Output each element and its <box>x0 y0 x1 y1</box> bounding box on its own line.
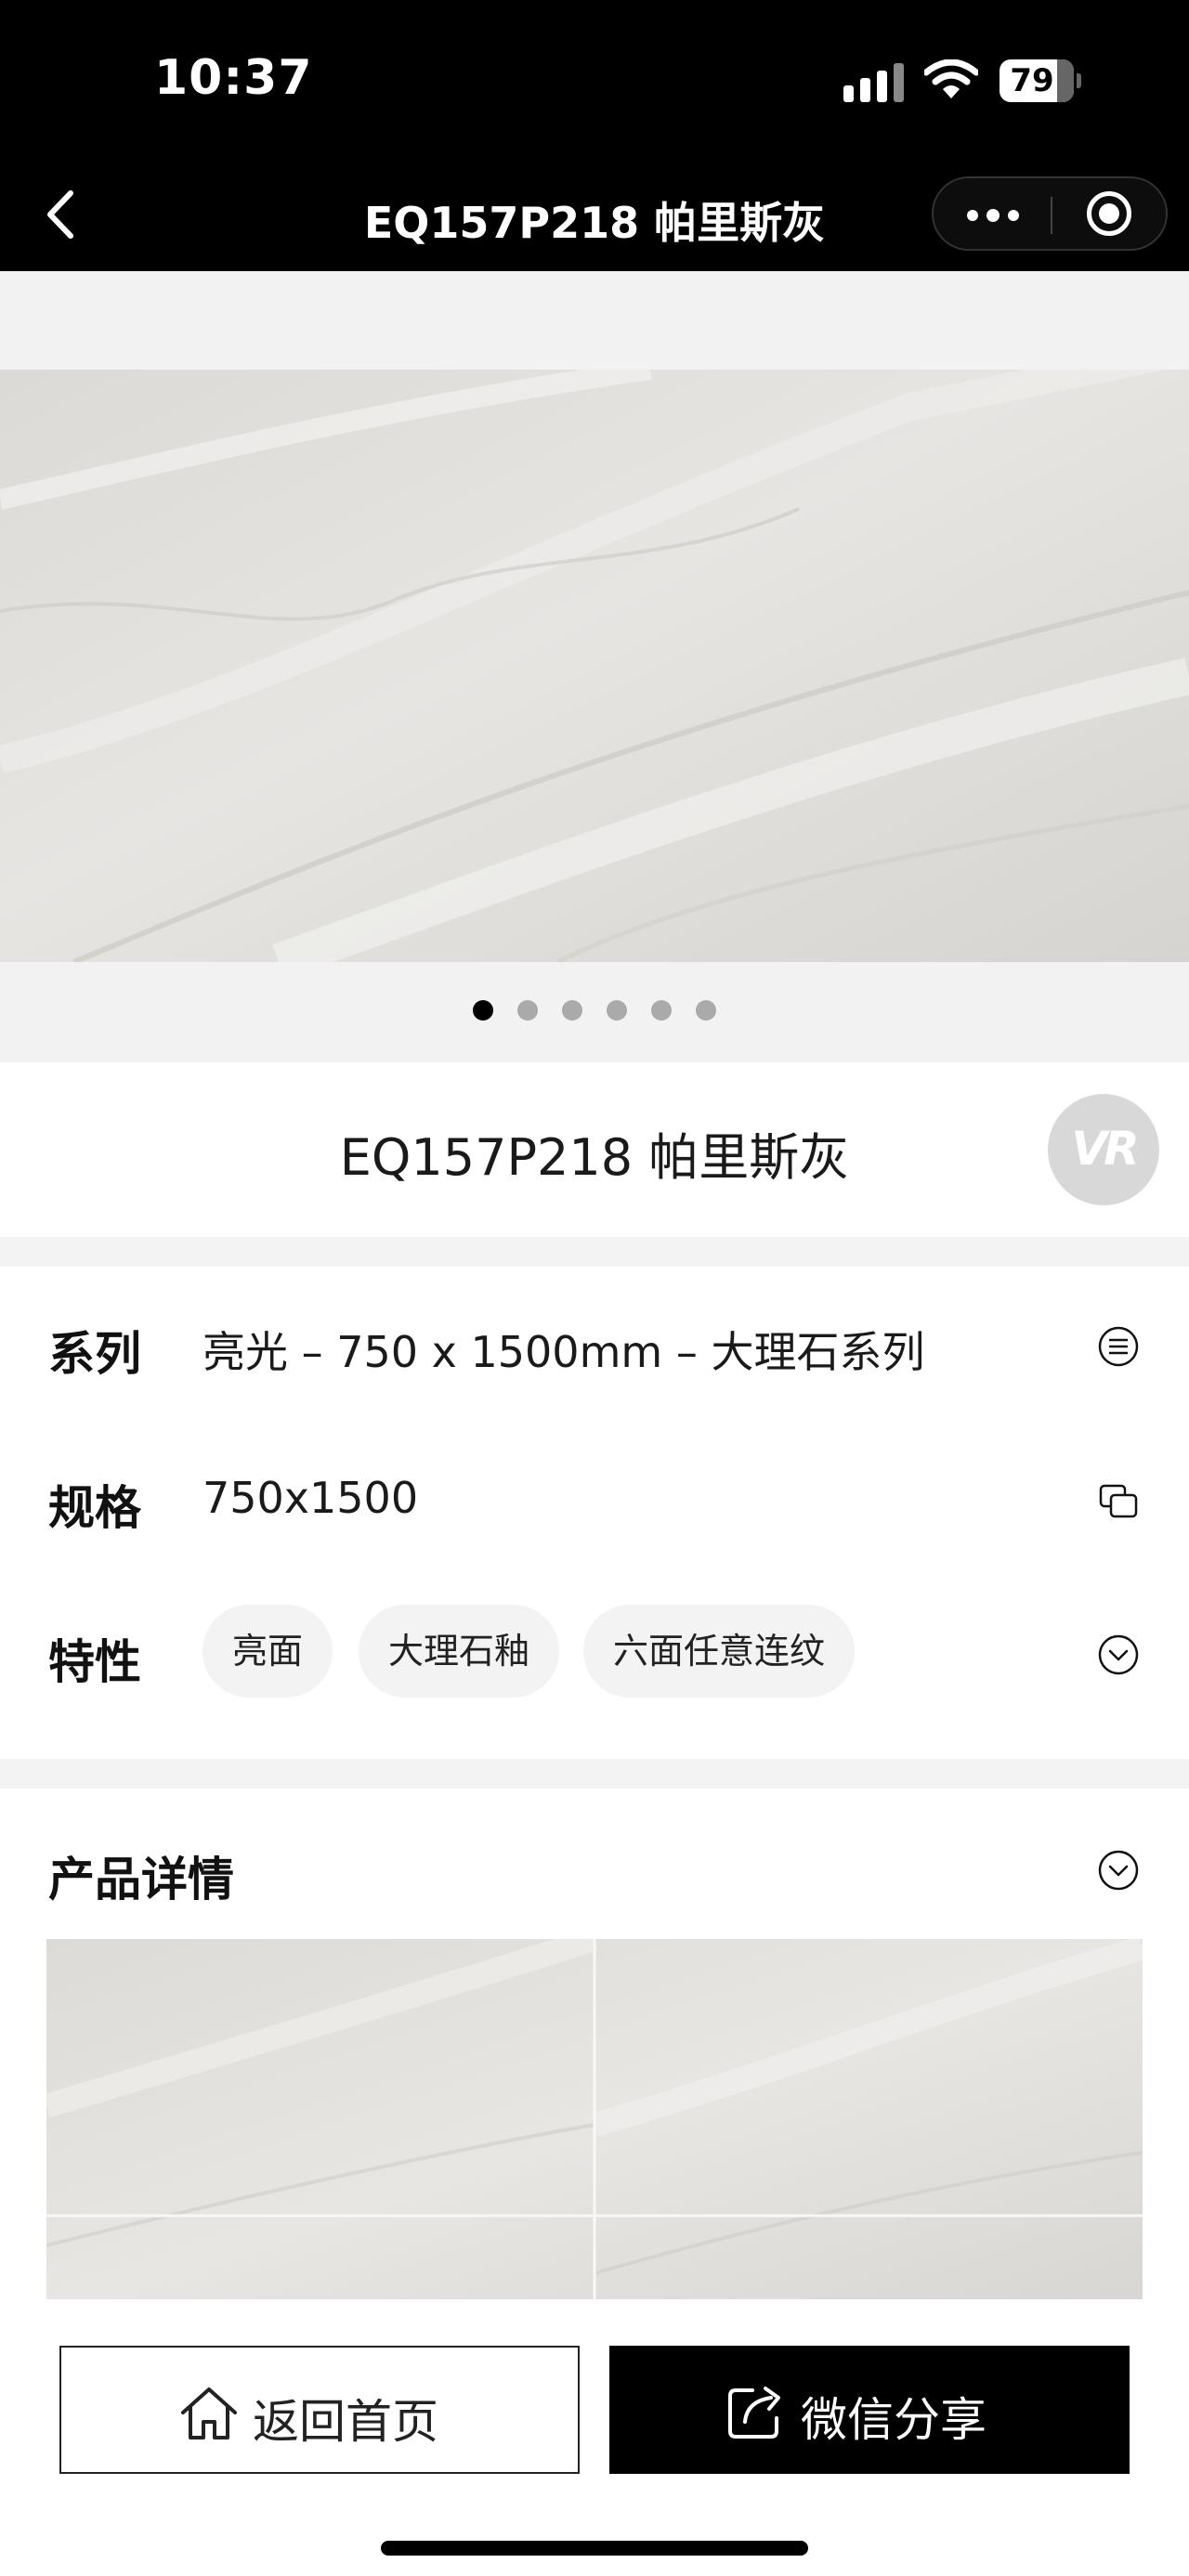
target-icon[interactable] <box>1052 178 1166 249</box>
attr-row-spec[interactable]: 规格 750x1500 <box>0 1443 1189 1555</box>
chevron-down-icon[interactable] <box>1096 1848 1141 1893</box>
list-icon[interactable] <box>1096 1324 1141 1369</box>
carousel-dot[interactable] <box>517 1000 538 1021</box>
spec-value: 750x1500 <box>203 1473 419 1523</box>
carousel-dot[interactable] <box>473 1000 493 1021</box>
product-title-section: EQ157P218 帕里斯灰 VR <box>0 1062 1189 1237</box>
image-carousel[interactable] <box>0 271 1189 1062</box>
wifi-icon <box>924 59 978 98</box>
attr-row-features: 特性 亮面 大理石釉 六面任意连纹 <box>0 1597 1189 1709</box>
home-button-label: 返回首页 <box>253 2395 438 2449</box>
product-title: EQ157P218 帕里斯灰 <box>339 1128 850 1187</box>
home-button[interactable]: 返回首页 <box>59 2346 580 2474</box>
details-title: 产品详情 <box>48 1853 234 1906</box>
cellular-signal-icon <box>843 63 905 102</box>
carousel-dot[interactable] <box>696 1000 716 1021</box>
nav-bar: EQ157P218 帕里斯灰 <box>0 158 1189 271</box>
share-button[interactable]: 微信分享 <box>609 2346 1130 2474</box>
copy-icon[interactable] <box>1096 1478 1141 1523</box>
features-label: 特性 <box>48 1635 141 1689</box>
status-time: 10:37 <box>154 50 313 106</box>
chevron-down-icon[interactable] <box>1096 1633 1141 1677</box>
carousel-dot[interactable] <box>562 1000 582 1021</box>
feature-tag[interactable]: 大理石釉 <box>359 1605 560 1698</box>
detail-image <box>46 1939 1143 2310</box>
home-icon <box>181 2387 237 2439</box>
carousel-dot[interactable] <box>651 1000 672 1021</box>
carousel-dot[interactable] <box>607 1000 627 1021</box>
series-value: 亮光 – 750 x 1500mm – 大理石系列 <box>203 1327 925 1377</box>
chevron-left-icon[interactable] <box>37 180 93 249</box>
attributes-section: 系列 亮光 – 750 x 1500mm – 大理石系列 规格 750x1500… <box>0 1267 1189 1759</box>
series-label: 系列 <box>48 1327 141 1381</box>
share-icon <box>728 2387 780 2439</box>
battery-level: 79 <box>1010 62 1054 99</box>
nav-title: EQ157P218 帕里斯灰 <box>363 198 826 248</box>
carousel-indicators <box>0 997 1189 1025</box>
vr-label: VR <box>1071 1122 1139 1176</box>
product-image <box>0 370 1189 962</box>
battery-icon: 79 <box>1000 59 1081 102</box>
home-indicator <box>381 2541 808 2556</box>
feature-tag[interactable]: 亮面 <box>203 1605 333 1698</box>
status-bar: 10:37 79 <box>0 0 1189 158</box>
mini-program-capsule <box>932 176 1168 251</box>
attr-row-series[interactable]: 系列 亮光 – 750 x 1500mm – 大理石系列 <box>0 1289 1189 1400</box>
more-icon[interactable] <box>934 178 1051 249</box>
share-button-label: 微信分享 <box>801 2393 986 2447</box>
vr-button[interactable]: VR <box>1048 1094 1159 1205</box>
spec-label: 规格 <box>48 1481 141 1535</box>
bottom-action-bar: 返回首页 微信分享 <box>0 2299 1189 2576</box>
product-details-section: 产品详情 <box>0 1789 1189 2310</box>
feature-tag[interactable]: 六面任意连纹 <box>583 1605 856 1698</box>
